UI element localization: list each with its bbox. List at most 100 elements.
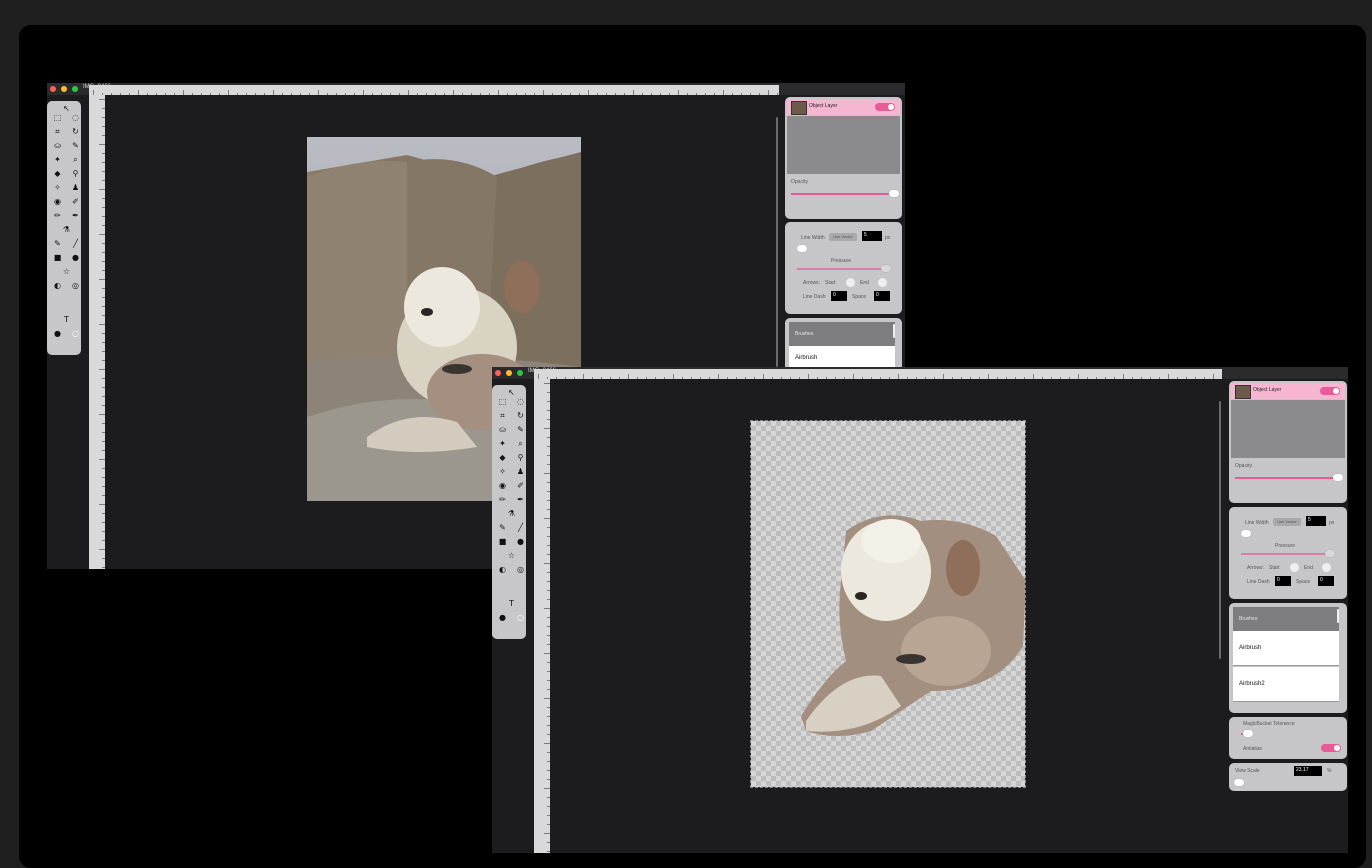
eyedropper-icon[interactable]: ✎ <box>71 141 80 150</box>
vector-toggle-knob[interactable] <box>797 245 807 252</box>
brush-item-airbrush2[interactable]: Airbrush2 <box>1233 667 1339 702</box>
crop-icon[interactable]: ⌗ <box>53 127 62 136</box>
line-dash-input[interactable]: 0 <box>1275 576 1291 586</box>
pen-icon[interactable]: ✒ <box>71 211 80 220</box>
line-width-input[interactable]: 5 <box>862 231 882 241</box>
line-dash-input[interactable]: 0 <box>831 291 847 301</box>
arrow-end-toggle[interactable] <box>1322 563 1331 572</box>
tolerance-slider-knob[interactable] <box>1243 730 1253 737</box>
gradient-icon[interactable]: ◐ <box>53 281 62 290</box>
circle-shape-icon[interactable]: ● <box>516 537 525 546</box>
pen-icon[interactable]: ✒ <box>516 495 525 504</box>
radial-icon[interactable]: ◎ <box>71 281 80 290</box>
opacity-slider-knob[interactable] <box>1333 474 1343 481</box>
text-tool-icon[interactable]: T <box>507 599 516 608</box>
view-scale-input[interactable]: 23.17 <box>1294 766 1322 776</box>
circle-shape-icon[interactable]: ● <box>71 253 80 262</box>
layer-visibility-toggle[interactable] <box>1320 387 1340 395</box>
search-icon[interactable]: ⚲ <box>516 453 525 462</box>
line-icon[interactable]: ╱ <box>516 523 525 532</box>
minimize-button[interactable] <box>61 86 67 92</box>
space-input[interactable]: 0 <box>874 291 890 301</box>
brush-item-airbrush[interactable]: Airbrush <box>1233 631 1339 666</box>
smudge-icon[interactable]: ◉ <box>498 481 507 490</box>
pressure-slider-knob[interactable] <box>1325 550 1335 557</box>
eyedropper-icon[interactable]: ✎ <box>516 425 525 434</box>
minimize-button[interactable] <box>506 370 512 376</box>
brush-icon[interactable]: ✐ <box>516 481 525 490</box>
close-button[interactable] <box>495 370 501 376</box>
rect-shape-icon[interactable]: ■ <box>53 253 62 262</box>
canvas-scrollbar[interactable] <box>1219 401 1221 659</box>
vector-toggle-knob[interactable] <box>1241 530 1251 537</box>
pressure-slider[interactable] <box>1241 553 1331 555</box>
stamp-icon[interactable]: ♟ <box>71 183 80 192</box>
text-tool-icon[interactable]: T <box>62 315 71 324</box>
dropper-icon[interactable]: ⚗ <box>62 225 71 234</box>
zoom-button[interactable] <box>517 370 523 376</box>
bucket-icon[interactable]: ⛀ <box>53 141 62 150</box>
magic-wand-icon[interactable]: ✦ <box>498 439 507 448</box>
close-button[interactable] <box>50 86 56 92</box>
arrow-end-toggle[interactable] <box>878 278 887 287</box>
magic-wand-icon[interactable]: ✦ <box>53 155 62 164</box>
bg-color-swatch[interactable]: ○ <box>516 613 525 622</box>
pen-tool-icon[interactable]: ✎ <box>498 523 507 532</box>
opacity-slider[interactable] <box>1235 477 1339 479</box>
eraser-icon[interactable]: ◆ <box>53 169 62 178</box>
search-icon[interactable]: ⚲ <box>71 169 80 178</box>
lasso-icon[interactable]: ◌ <box>71 113 80 122</box>
canvas-transparent[interactable] <box>750 420 1026 788</box>
eraser-icon[interactable]: ◆ <box>498 453 507 462</box>
rotate-icon[interactable]: ↻ <box>71 127 80 136</box>
bucket-icon[interactable]: ⛀ <box>498 425 507 434</box>
pressure-slider-knob[interactable] <box>881 265 891 272</box>
opacity-slider[interactable] <box>791 193 895 195</box>
crop-icon[interactable]: ⌗ <box>498 411 507 420</box>
pencil-icon[interactable]: ✏ <box>53 211 62 220</box>
pen-tool-icon[interactable]: ✎ <box>53 239 62 248</box>
pressure-slider[interactable] <box>797 268 887 270</box>
smudge-icon[interactable]: ◉ <box>53 197 62 206</box>
zoom-icon[interactable]: ⌕ <box>71 155 80 164</box>
star-icon[interactable]: ☆ <box>507 551 516 560</box>
marquee-icon[interactable]: ⬚ <box>498 397 507 406</box>
radial-icon[interactable]: ◎ <box>516 565 525 574</box>
fg-color-swatch[interactable]: ● <box>498 613 507 622</box>
pointer-icon[interactable]: ↖ <box>507 388 516 397</box>
antialias-toggle[interactable] <box>1321 744 1341 752</box>
layer-thumbnail[interactable] <box>1235 385 1251 399</box>
opacity-slider-knob[interactable] <box>889 190 899 197</box>
brushes-scrollbar[interactable] <box>1337 609 1339 623</box>
line-width-input[interactable]: 5 <box>1306 516 1326 526</box>
dropper-icon[interactable]: ⚗ <box>507 509 516 518</box>
zoom-button[interactable] <box>72 86 78 92</box>
layer-row[interactable]: Object Layer <box>787 99 900 115</box>
canvas-scrollbar[interactable] <box>776 117 778 367</box>
view-scale-slider-knob[interactable] <box>1234 779 1244 786</box>
stamp-icon[interactable]: ♟ <box>516 467 525 476</box>
sparkle-icon[interactable]: ✧ <box>498 467 507 476</box>
use-vector-button[interactable]: Use Vector <box>829 233 857 241</box>
marquee-icon[interactable]: ⬚ <box>53 113 62 122</box>
bg-color-swatch[interactable]: ○ <box>71 329 80 338</box>
pencil-icon[interactable]: ✏ <box>498 495 507 504</box>
star-icon[interactable]: ☆ <box>62 267 71 276</box>
sparkle-icon[interactable]: ✧ <box>53 183 62 192</box>
rect-shape-icon[interactable]: ■ <box>498 537 507 546</box>
use-vector-button[interactable]: Use Vector <box>1273 518 1301 526</box>
line-icon[interactable]: ╱ <box>71 239 80 248</box>
arrow-start-toggle[interactable] <box>846 278 855 287</box>
space-input[interactable]: 0 <box>1318 576 1334 586</box>
gradient-icon[interactable]: ◐ <box>498 565 507 574</box>
brush-icon[interactable]: ✐ <box>71 197 80 206</box>
layer-row[interactable]: Object Layer <box>1231 383 1345 399</box>
layer-thumbnail[interactable] <box>791 101 807 115</box>
arrow-start-toggle[interactable] <box>1290 563 1299 572</box>
brushes-scrollbar[interactable] <box>893 324 895 338</box>
fg-color-swatch[interactable]: ● <box>53 329 62 338</box>
layer-visibility-toggle[interactable] <box>875 103 895 111</box>
pointer-icon[interactable]: ↖ <box>62 104 71 113</box>
rotate-icon[interactable]: ↻ <box>516 411 525 420</box>
zoom-icon[interactable]: ⌕ <box>516 439 525 448</box>
